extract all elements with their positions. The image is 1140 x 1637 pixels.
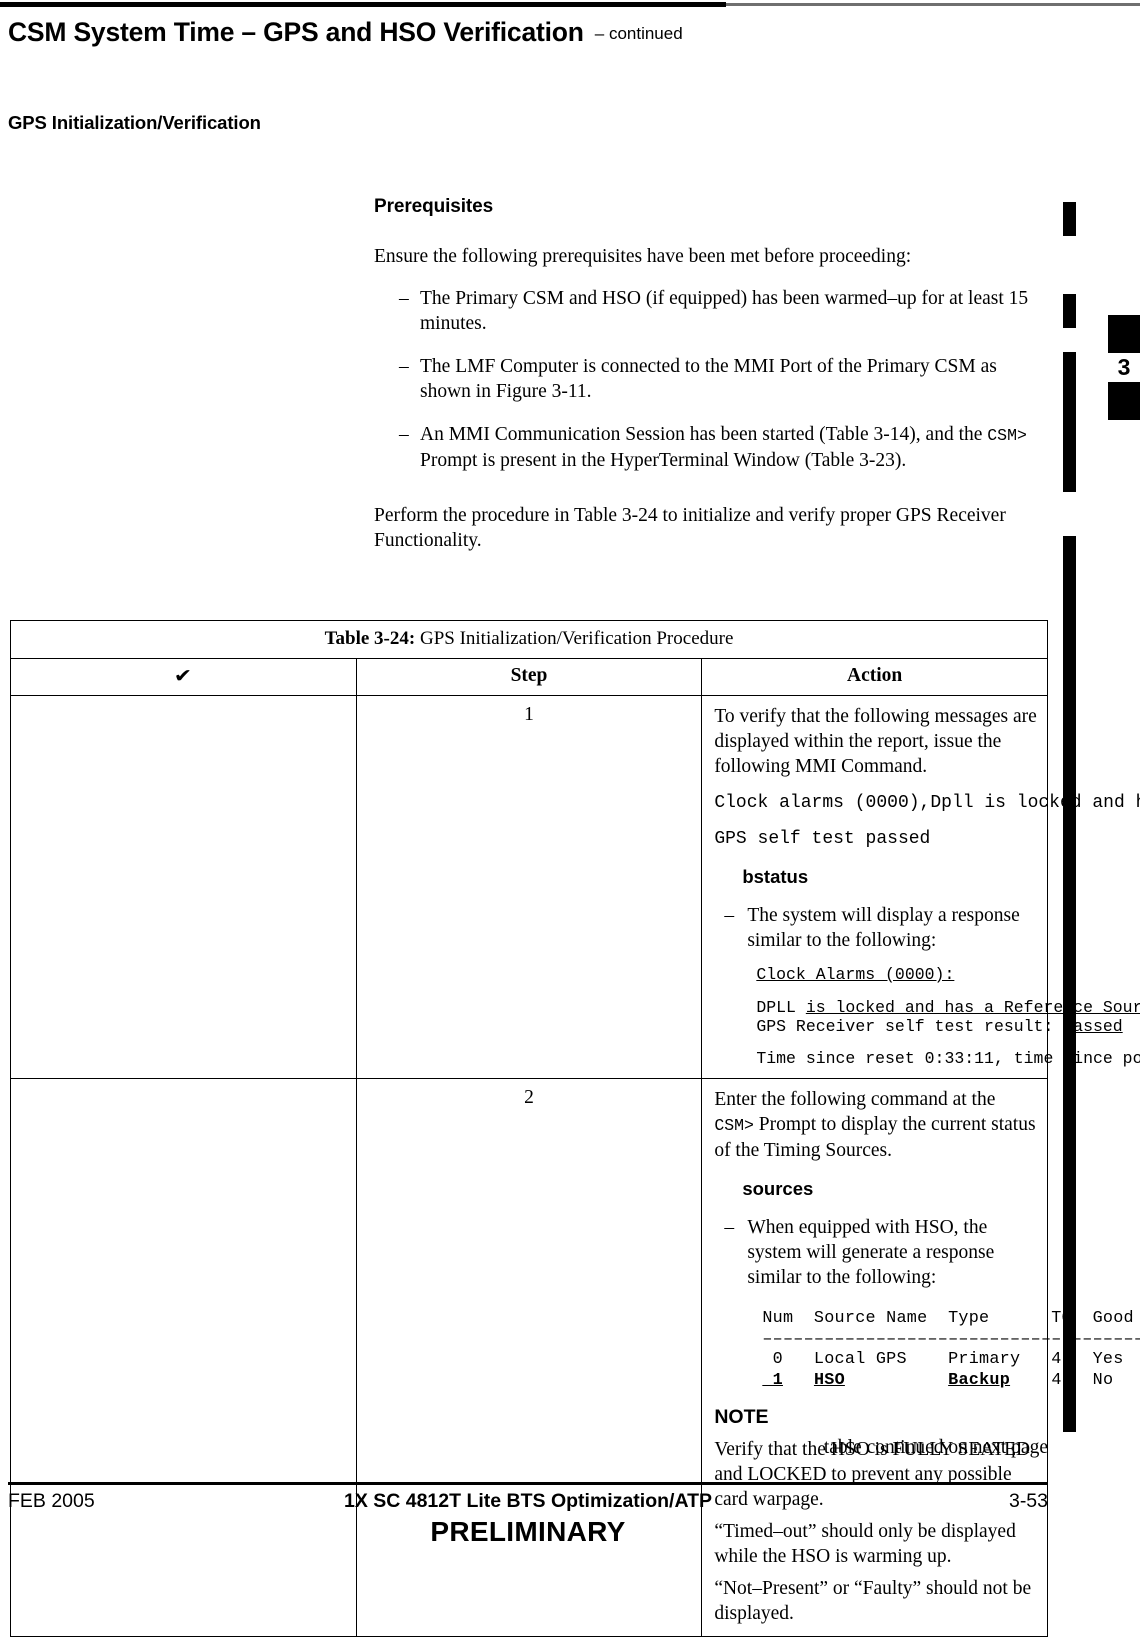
terminal-row1-num: 1 [762, 1370, 783, 1390]
footer-status-preliminary: PRELIMINARY [430, 1516, 626, 1547]
change-bar [1063, 536, 1076, 1432]
section-heading: GPS Initialization/Verification [8, 112, 261, 133]
table-header-row: ✔ Step Action [10, 658, 1048, 696]
response-clock-alarms: Clock Alarms (0000): [756, 965, 955, 984]
dash-bullet: – [399, 288, 409, 309]
terminal-header-row: Num Source Name Type TO Good Status Last… [762, 1309, 1134, 1328]
row-step-number: 1 [355, 695, 703, 1079]
row-check-cell[interactable] [10, 1078, 357, 1637]
sub-bullet: – The system will display a response simi… [714, 903, 1037, 953]
row-check-cell[interactable] [10, 695, 357, 1079]
change-bar [1063, 352, 1076, 492]
sub-bullet-text: When equipped with HSO, the system will … [747, 1217, 995, 1288]
change-bar [1063, 294, 1076, 328]
table-row: 2 Enter the following command at the CSM… [10, 1078, 1140, 1637]
row-action-cell: Enter the following command at the CSM> … [701, 1078, 1140, 1637]
chapter-tab-block-bottom [1108, 382, 1140, 420]
list-item: – The Primary CSM and HSO (if equipped) h… [374, 286, 1044, 336]
mmi-command-sources: sources [742, 1178, 814, 1199]
dash-bullet: – [399, 356, 409, 377]
terminal-row1-gap1 [783, 1371, 814, 1390]
prerequisites-intro: Ensure the following prerequisites have … [374, 246, 912, 267]
list-item-text: The Primary CSM and HSO (if equipped) ha… [420, 288, 1029, 334]
chapter-tab-number: 3 [1117, 354, 1131, 380]
timing-sources-terminal-table: Num Source Name Type TO Good Status Last… [762, 1309, 1140, 1391]
column-header-check: ✔ [10, 658, 357, 696]
terminal-response-block: Clock Alarms (0000): [756, 965, 1037, 984]
csm-prompt-token: CSM> [987, 426, 1027, 445]
prerequisites-list: – The Primary CSM and HSO (if equipped) h… [374, 286, 1044, 473]
list-item: – An MMI Communication Session has been s… [374, 422, 1044, 473]
running-head: CSM System Time – GPS and HSO Verificati… [8, 17, 683, 48]
running-head-continued: – continued [594, 24, 683, 43]
terminal-data-row-0: 0 Local GPS Primary 4 Yes Good 3 0 Yes [772, 1350, 1124, 1369]
table-caption-label: Table 3-24: [324, 628, 416, 649]
terminal-row1-source-name: HSO [813, 1370, 845, 1390]
prerequisites-heading: Prerequisites [374, 196, 494, 217]
mmi-message-line: Clock alarms (0000),Dpll is locked and h… [714, 793, 1140, 813]
terminal-divider: ––––––––––––––––––––––––––––––––––––––––… [762, 1329, 1140, 1349]
terminal-response-detail: DPLL is locked and has a Reference Sourc… [756, 998, 1140, 1036]
dash-bullet: – [724, 905, 735, 926]
chapter-tab-block-top [1108, 315, 1140, 353]
footer-rule [8, 1482, 1048, 1485]
step-intro-before: Enter the following command at the [714, 1089, 996, 1110]
terminal-response-time: Time since reset 0:33:11, time since pow… [756, 1049, 1140, 1068]
column-header-step: Step [355, 658, 703, 696]
table-row: 1 To verify that the following messages … [10, 695, 1140, 1079]
response-dpll-status: is locked and has a Reference Source. [805, 998, 1140, 1017]
note-line: “Not–Present” or “Faulty” should not be … [714, 1578, 1032, 1624]
checkmark-icon: ✔ [174, 665, 193, 687]
terminal-row1-rest: 4 No N/A timed–out* Timed–out* No [1051, 1370, 1114, 1390]
terminal-row1-type: Backup [948, 1370, 1011, 1390]
list-item-text-after: Prompt is present in the HyperTerminal W… [420, 450, 907, 471]
table-caption: Table 3-24: GPS Initialization/Verificat… [10, 620, 1048, 659]
prerequisites-closing: Perform the procedure in Table 3-24 to i… [374, 505, 1006, 551]
footer-document-title: 1X SC 4812T Lite BTS Optimization/ATP [343, 1490, 713, 1512]
dash-bullet: – [399, 424, 409, 445]
dash-bullet: – [724, 1217, 735, 1238]
table-continued-note: table continued on next page [823, 1437, 1048, 1458]
list-item-text-before: An MMI Communication Session has been st… [420, 424, 988, 445]
note-title: NOTE [714, 1406, 769, 1428]
sub-bullet-text: The system will display a response simil… [747, 905, 1020, 951]
prerequisites-block: Prerequisites Ensure the following prere… [374, 196, 1044, 553]
response-dpll-label: DPLL [756, 998, 806, 1017]
step-intro: To verify that the following messages ar… [714, 706, 1037, 777]
page-top-rule-dark [0, 2, 726, 7]
page-top-rule-light [726, 3, 1140, 6]
sub-bullet: – When equipped with HSO, the system will… [714, 1215, 1037, 1290]
response-selftest-label: GPS Receiver self test result: [756, 1017, 1064, 1036]
row-action-cell: To verify that the following messages ar… [701, 695, 1140, 1079]
change-bar [1063, 202, 1076, 236]
mmi-command-bstatus: bstatus [742, 866, 809, 887]
step-intro: Enter the following command at the CSM> … [714, 1087, 1037, 1163]
footer-page-number: 3-53 [1008, 1490, 1048, 1512]
table-caption-text: GPS Initialization/Verification Procedur… [415, 628, 734, 649]
running-head-title: CSM System Time – GPS and HSO Verificati… [8, 17, 584, 47]
column-header-action: Action [701, 658, 1048, 696]
mmi-message-line: GPS self test passed [714, 829, 931, 849]
response-selftest-result: passed [1063, 1017, 1123, 1036]
list-item: – The LMF Computer is connected to the MM… [374, 354, 1044, 404]
table-caption-row: Table 3-24: GPS Initialization/Verificat… [10, 620, 1048, 659]
step-intro-after: Prompt to display the current status of … [714, 1114, 1036, 1161]
list-item-text: The LMF Computer is connected to the MMI… [420, 356, 997, 402]
row-step-number: 2 [355, 1078, 703, 1637]
terminal-row1-gap2 [845, 1371, 948, 1390]
csm-prompt-token: CSM> [714, 1116, 754, 1135]
